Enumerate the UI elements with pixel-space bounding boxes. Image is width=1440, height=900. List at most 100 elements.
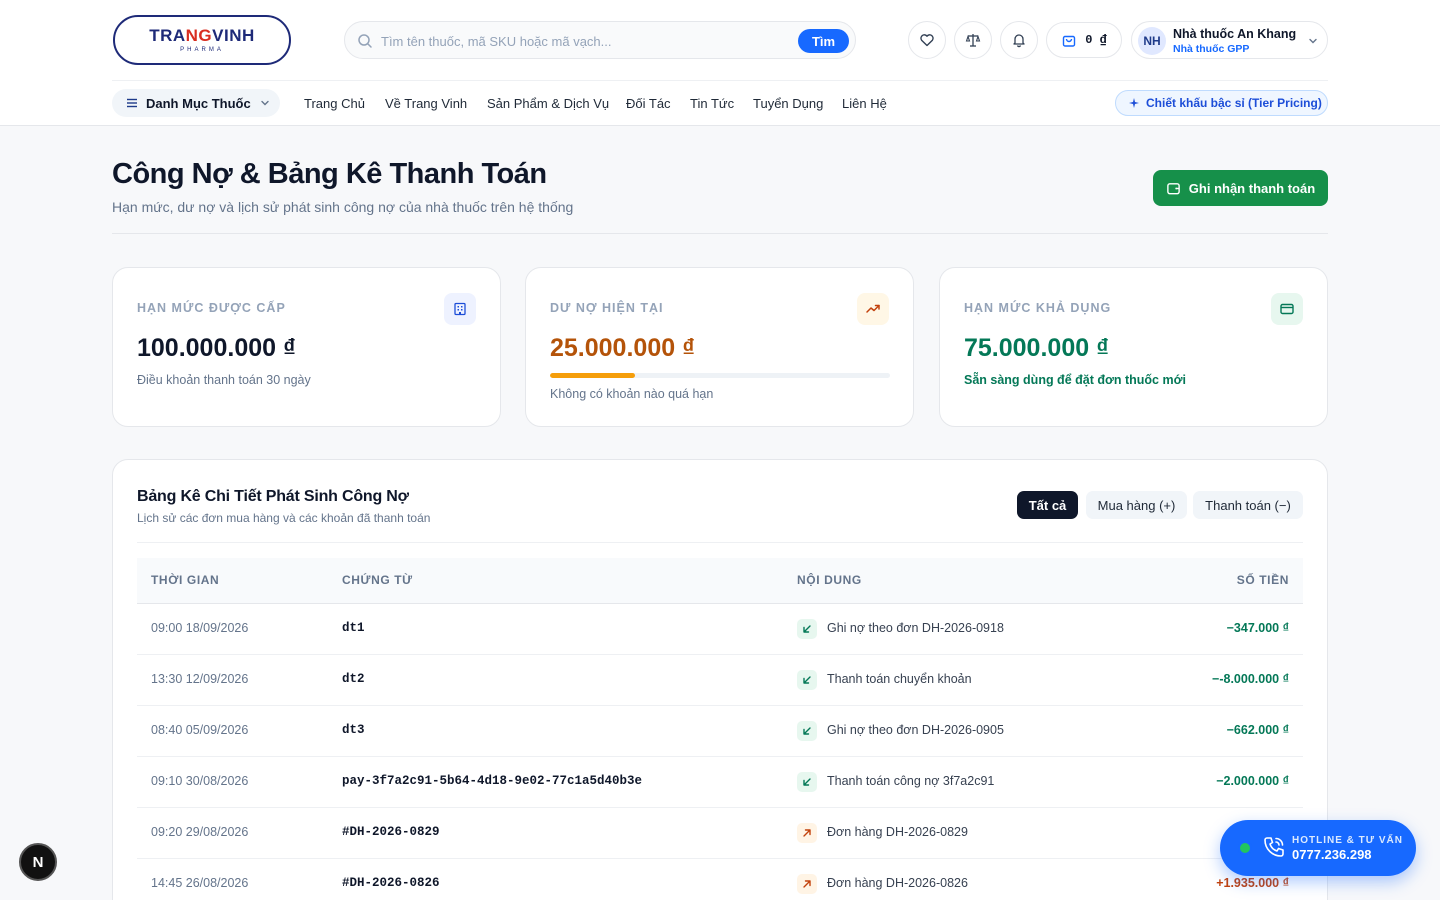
ledger-title: Bảng Kê Chi Tiết Phát Sinh Công Nợ [137,488,409,505]
header-divider [112,80,1328,81]
row-document[interactable]: dt3 [342,723,365,737]
table-row[interactable]: 09:10 30/08/2026 pay-3f7a2c91-5b64-4d18-9… [137,757,1303,808]
row-description: Ghi nợ theo đơn DH-2026-0918 [827,621,1004,635]
logo-wordmark: TRANGVINH [149,25,255,45]
credit-limit-card: HẠN MỨC ĐƯỢC CẤP 100.000.000 ₫ Điều khoả… [112,267,501,427]
arrow-down-left-icon [797,772,817,792]
row-amount: +1.935.000 ₫ [1216,876,1289,890]
stat-value: 75.000.000 ₫ [964,334,1109,362]
debt-progress-fill [550,373,635,378]
table-row[interactable]: 14:45 26/08/2026 #DH-2026-0826 Đơn hàng DH… [137,859,1303,900]
nav-item-contact[interactable]: Liên Hệ [842,96,887,111]
heart-icon [920,34,934,47]
stat-label: HẠN MỨC KHẢ DỤNG [964,301,1112,315]
chevron-down-icon [261,100,269,106]
nav-item-partners[interactable]: Đối Tác [626,96,671,111]
dev-tools-badge[interactable]: N [19,843,57,881]
chevron-down-icon [1309,38,1317,44]
table-row[interactable]: 08:40 05/09/2026 dt3 Ghi nợ theo đơn DH-20… [137,706,1303,757]
nav-item-home[interactable]: Trang Chủ [304,96,365,111]
column-header-time: THỜI GIAN [151,573,220,587]
credit-card-icon [1271,293,1303,325]
row-description: Thanh toán chuyển khoản [827,672,972,686]
site-header: TRANGVINH PHARMA Tìm 0 ₫ NH Nhà thuốc An… [0,0,1440,126]
row-description: Thanh toán công nợ 3f7a2c91 [827,774,995,788]
filter-purchases[interactable]: Mua hàng (+) [1086,491,1187,519]
row-document[interactable]: dt2 [342,672,365,686]
ledger-table: THỜI GIAN CHỨNG TỪ NỘI DUNG SỐ TIỀN 09:0… [137,558,1303,900]
page-subtitle: Hạn mức, dư nợ và lịch sử phát sinh công… [112,199,574,215]
arrow-up-right-icon [797,823,817,843]
filter-all[interactable]: Tất cả [1017,491,1078,519]
hotline-button[interactable]: HOTLINE & TƯ VẤN 0777.236.298 [1220,820,1416,876]
wallet-icon [1166,182,1180,194]
ledger-divider [137,542,1303,543]
category-menu-button[interactable]: Danh Mục Thuốc [112,89,280,117]
stat-value: 100.000.000 ₫ [137,334,296,362]
column-header-amount: SỐ TIỀN [1236,573,1289,587]
account-name: Nhà thuốc An Khang [1173,27,1297,41]
debt-progress-bar [550,373,890,378]
row-description: Ghi nợ theo đơn DH-2026-0905 [827,723,1004,737]
column-header-description: NỘI DUNG [797,573,862,587]
tier-pricing-label: Chiết khấu bậc sỉ (Tier Pricing) [1146,96,1322,110]
trending-up-icon [857,293,889,325]
shopping-bag-icon [1062,35,1076,47]
table-row[interactable]: 09:00 18/09/2026 dt1 Ghi nợ theo đơn DH-20… [137,604,1303,655]
search-bar: Tìm [344,21,856,59]
filter-payments[interactable]: Thanh toán (−) [1193,491,1303,519]
row-amount: −662.000 ₫ [1226,723,1289,737]
notifications-button[interactable] [1000,21,1038,59]
row-document[interactable]: dt1 [342,621,365,635]
ledger-subtitle: Lịch sử các đơn mua hàng và các khoản đã… [137,511,431,525]
current-debt-card: DƯ NỢ HIỆN TẠI 25.000.000 ₫ Không có kho… [525,267,914,427]
table-body: 09:00 18/09/2026 dt1 Ghi nợ theo đơn DH-20… [137,604,1303,900]
wishlist-button[interactable] [908,21,946,59]
online-status-dot [1238,841,1252,855]
record-payment-button[interactable]: Ghi nhận thanh toán [1153,170,1328,206]
account-menu[interactable]: NH Nhà thuốc An Khang Nhà thuốc GPP [1131,21,1328,59]
brand-logo[interactable]: TRANGVINH PHARMA [113,15,291,65]
cart-button[interactable]: 0 ₫ [1046,22,1122,58]
row-time: 09:00 18/09/2026 [151,621,249,635]
menu-icon [127,98,137,108]
table-row[interactable]: 09:20 29/08/2026 #DH-2026-0829 Đơn hàng DH… [137,808,1303,859]
row-time: 09:20 29/08/2026 [151,825,249,839]
phone-icon [1264,837,1284,857]
search-input[interactable] [381,30,781,52]
row-description: Đơn hàng DH-2026-0829 [827,825,968,839]
table-row[interactable]: 13:30 12/09/2026 dt2 Thanh toán chuyển kho… [137,655,1303,706]
stat-note: Sẵn sàng dùng để đặt đơn thuốc mới [964,373,1186,387]
stat-note: Không có khoản nào quá hạn [550,387,714,401]
row-time: 14:45 26/08/2026 [151,876,249,890]
arrow-down-left-icon [797,721,817,741]
row-amount: −2.000.000 ₫ [1216,774,1289,788]
title-divider [112,233,1328,234]
row-amount: −347.000 ₫ [1226,621,1289,635]
row-time: 08:40 05/09/2026 [151,723,249,737]
nav-item-products[interactable]: Sản Phẩm & Dịch Vụ [487,96,609,111]
row-description: Đơn hàng DH-2026-0826 [827,876,968,890]
row-time: 13:30 12/09/2026 [151,672,249,686]
nav-item-careers[interactable]: Tuyển Dụng [753,96,823,111]
nav-item-about[interactable]: Về Trang Vinh [385,96,467,111]
stat-value: 25.000.000 ₫ [550,334,695,362]
row-document[interactable]: pay-3f7a2c91-5b64-4d18-9e02-77c1a5d40b3e [342,774,642,788]
arrow-up-right-icon [797,874,817,894]
nav-item-news[interactable]: Tin Tức [690,96,734,111]
row-document[interactable]: #DH-2026-0829 [342,825,440,839]
search-button[interactable]: Tìm [798,29,849,53]
account-type: Nhà thuốc GPP [1173,43,1250,55]
row-amount: −-8.000.000 ₫ [1212,672,1289,686]
record-payment-label: Ghi nhận thanh toán [1188,180,1316,196]
row-document[interactable]: #DH-2026-0826 [342,876,440,890]
table-header: THỜI GIAN CHỨNG TỪ NỘI DUNG SỐ TIỀN [137,558,1303,604]
tier-pricing-button[interactable]: Chiết khấu bậc sỉ (Tier Pricing) [1115,90,1328,116]
compare-button[interactable] [954,21,992,59]
sparkles-icon [1129,98,1139,108]
cart-total: 0 ₫ [1085,33,1107,47]
row-time: 09:10 30/08/2026 [151,774,249,788]
arrow-down-left-icon [797,619,817,639]
column-header-document: CHỨNG TỪ [342,573,413,587]
stat-label: HẠN MỨC ĐƯỢC CẤP [137,301,286,315]
